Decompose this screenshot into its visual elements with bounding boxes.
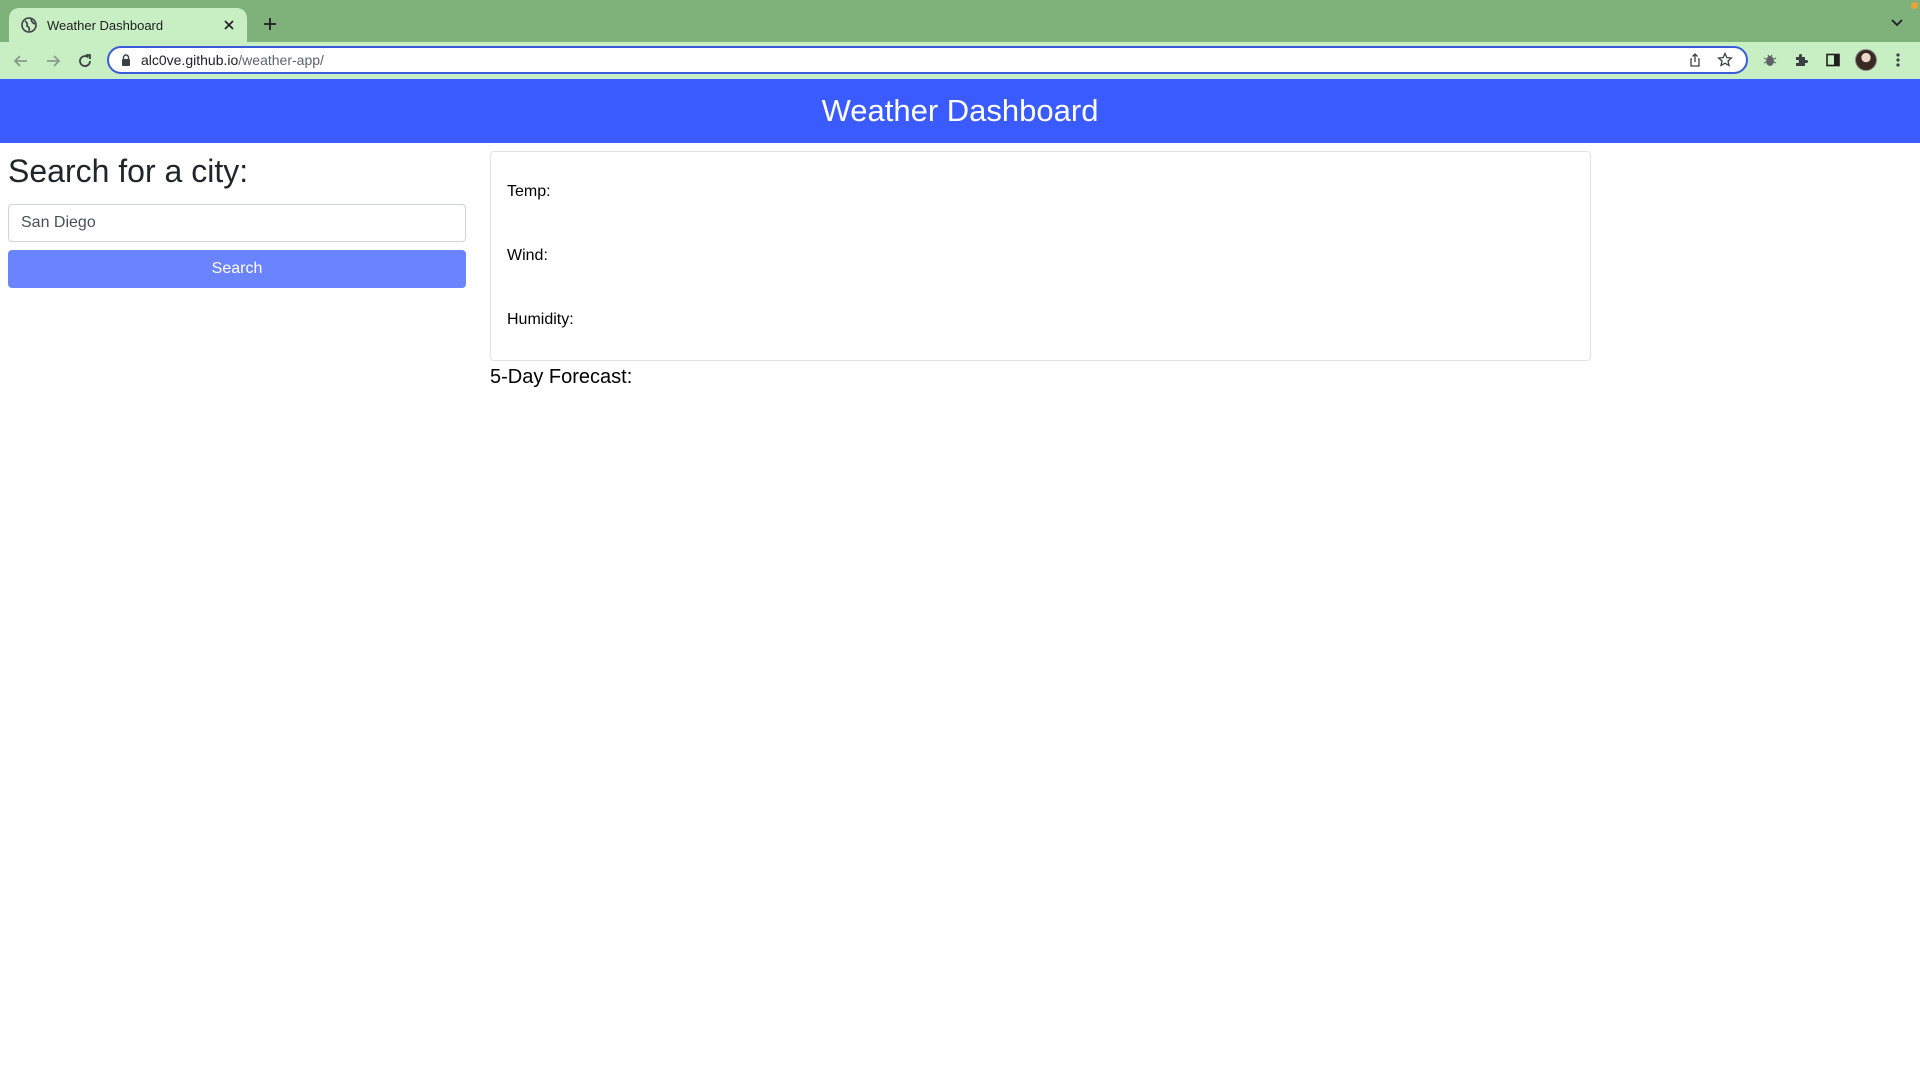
lock-icon[interactable] xyxy=(119,53,133,67)
kebab-menu-icon[interactable] xyxy=(1887,49,1909,71)
city-search-input[interactable] xyxy=(8,204,466,242)
url-path: /weather-app/ xyxy=(238,52,324,68)
chevron-down-icon xyxy=(1891,19,1903,27)
wind-label: Wind: xyxy=(507,247,548,264)
address-bar[interactable]: alc0ve.github.io/weather-app/ xyxy=(107,46,1748,74)
tab-title: Weather Dashboard xyxy=(47,17,164,33)
temp-label: Temp: xyxy=(507,183,551,200)
globe-icon xyxy=(21,17,37,33)
forecast-title: 5-Day Forecast: xyxy=(490,366,633,388)
back-arrow-icon xyxy=(13,55,27,67)
search-button[interactable]: Search xyxy=(8,250,466,288)
close-icon[interactable] xyxy=(221,17,237,33)
humidity-label: Humidity: xyxy=(507,311,574,328)
side-panel-icon[interactable] xyxy=(1822,49,1844,71)
search-sidebar: Search for a city: Search xyxy=(8,151,466,288)
page-header: Weather Dashboard xyxy=(0,79,1920,143)
current-weather-card: Temp: Wind: Humidity: xyxy=(490,151,1591,361)
reload-button[interactable] xyxy=(74,50,96,72)
url-host: alc0ve.github.io xyxy=(141,52,239,68)
forward-button[interactable] xyxy=(42,50,64,72)
page-title: Weather Dashboard xyxy=(821,93,1099,128)
browser-tab[interactable]: Weather Dashboard xyxy=(9,8,247,42)
puzzle-extensions-icon[interactable] xyxy=(1790,49,1812,71)
url-text: alc0ve.github.io/weather-app/ xyxy=(141,52,1676,68)
back-button[interactable] xyxy=(10,50,32,72)
forward-arrow-icon xyxy=(47,55,61,67)
profile-avatar[interactable] xyxy=(1855,49,1877,71)
share-icon[interactable] xyxy=(1684,49,1706,71)
reload-icon xyxy=(79,54,91,67)
bug-extension-icon[interactable] xyxy=(1759,49,1781,71)
tab-search-button[interactable] xyxy=(1888,14,1906,32)
new-tab-button[interactable] xyxy=(259,13,281,35)
star-icon[interactable] xyxy=(1714,49,1736,71)
browser-tabstrip: Weather Dashboard xyxy=(0,0,1920,42)
plus-icon xyxy=(264,18,276,30)
search-heading: Search for a city: xyxy=(8,153,249,189)
notification-dot xyxy=(1911,2,1918,9)
